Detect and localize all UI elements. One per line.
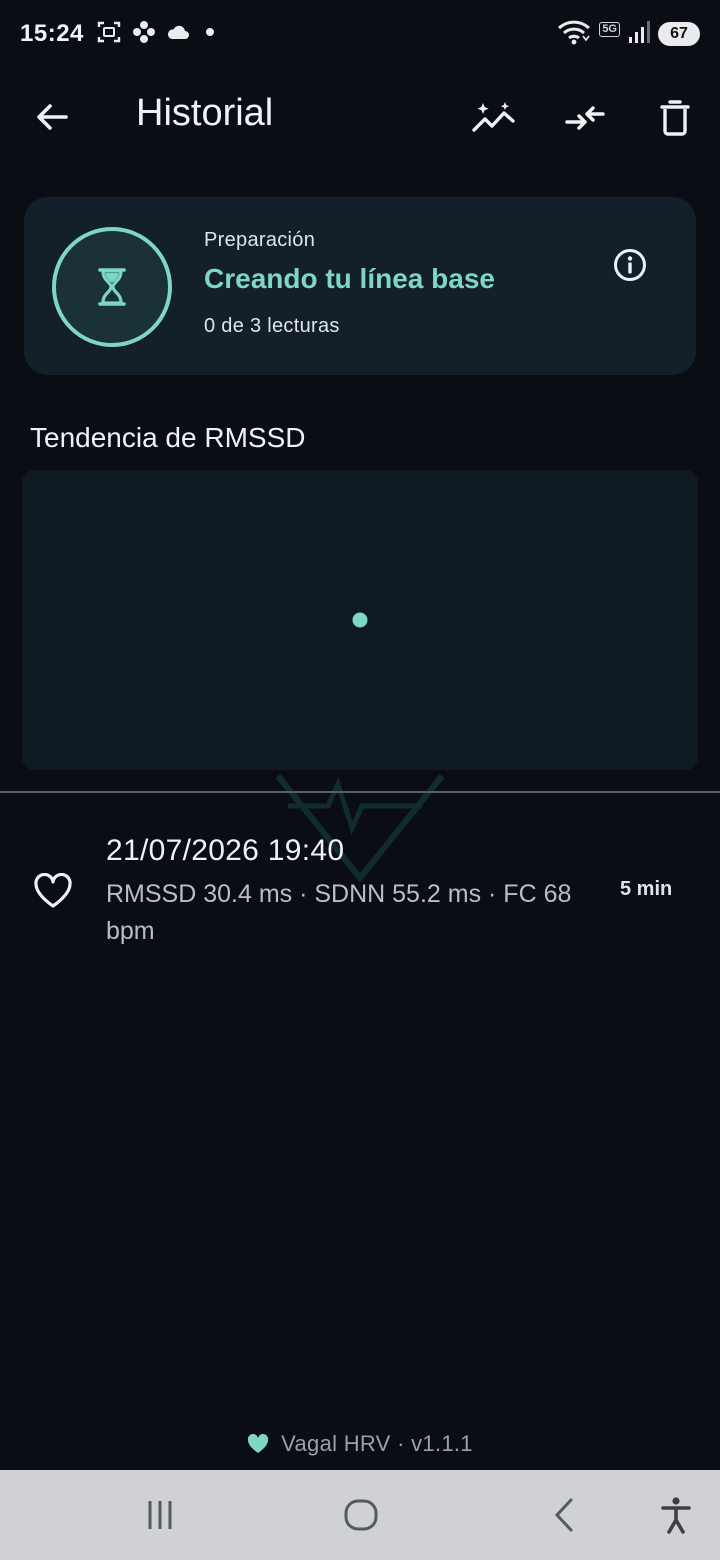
app-footer: Vagal HRV · v1.1.1 [0,1428,720,1460]
status-bar: 15:24 5G 67 [0,0,720,68]
back-arrow-icon [37,104,68,130]
home-button[interactable] [337,1492,385,1538]
dot-icon [200,22,220,47]
wifi-icon [557,19,591,50]
session-duration: 5 min [620,878,673,900]
info-icon [614,249,646,281]
system-back-button[interactable] [540,1492,588,1538]
app-bar: Historial [0,68,720,164]
divider [0,791,720,793]
trash-icon [660,100,690,136]
rmssd-trend-chart [22,470,698,770]
flower-icon [132,20,156,49]
page-title: Historial [136,92,274,134]
back-button[interactable] [28,96,76,138]
info-button[interactable] [612,247,648,283]
network-type-label: 5G [599,21,620,37]
recents-icon [148,1501,172,1529]
battery-indicator: 67 [658,22,700,46]
status-system-icons: 5G 67 [557,19,700,50]
trend-sparkle-icon [472,102,515,132]
baseline-card: Preparación Creando tu línea base 0 de 3… [24,197,696,375]
card-overline: Preparación [204,229,316,251]
compare-icon [565,106,605,130]
chart-canvas [352,612,368,628]
readings-progress-text: 0 de 3 lecturas [204,315,340,337]
trend-section-title: Tendencia de RMSSD [30,422,306,453]
session-date: 21/07/2026 19:40 [106,834,345,867]
progress-ring [52,227,172,347]
history-screen: 15:24 5G 67 Historial Preparación Creand… [0,0,720,1560]
delete-button[interactable] [651,94,699,142]
back-icon [554,1498,573,1532]
app-version-text: Vagal HRV · v1.1.1 [281,1431,473,1456]
heart-icon [248,1434,269,1453]
system-nav-bar [0,1470,720,1560]
status-time: 15:24 [20,20,84,47]
heart-outline-icon [34,873,72,908]
home-icon [344,1499,378,1531]
session-list-item[interactable]: 21/07/2026 19:40 RMSSD 30.4 ms · SDNN 55… [0,820,720,960]
accessibility-button[interactable] [652,1492,700,1538]
status-notification-icons [96,20,220,49]
favorite-button[interactable] [30,870,76,912]
insights-button[interactable] [470,94,518,142]
accessibility-icon [661,1497,691,1534]
card-title: Creando tu línea base [204,263,495,294]
hourglass-icon [98,268,126,306]
chart-point [352,612,368,628]
compare-button[interactable] [561,94,609,142]
signal-icon [628,20,650,49]
screenshot-icon [96,20,122,49]
cloud-icon [166,23,190,46]
recents-button[interactable] [136,1492,184,1538]
session-metrics: RMSSD 30.4 ms · SDNN 55.2 ms · FC 68 bpm [106,880,572,945]
